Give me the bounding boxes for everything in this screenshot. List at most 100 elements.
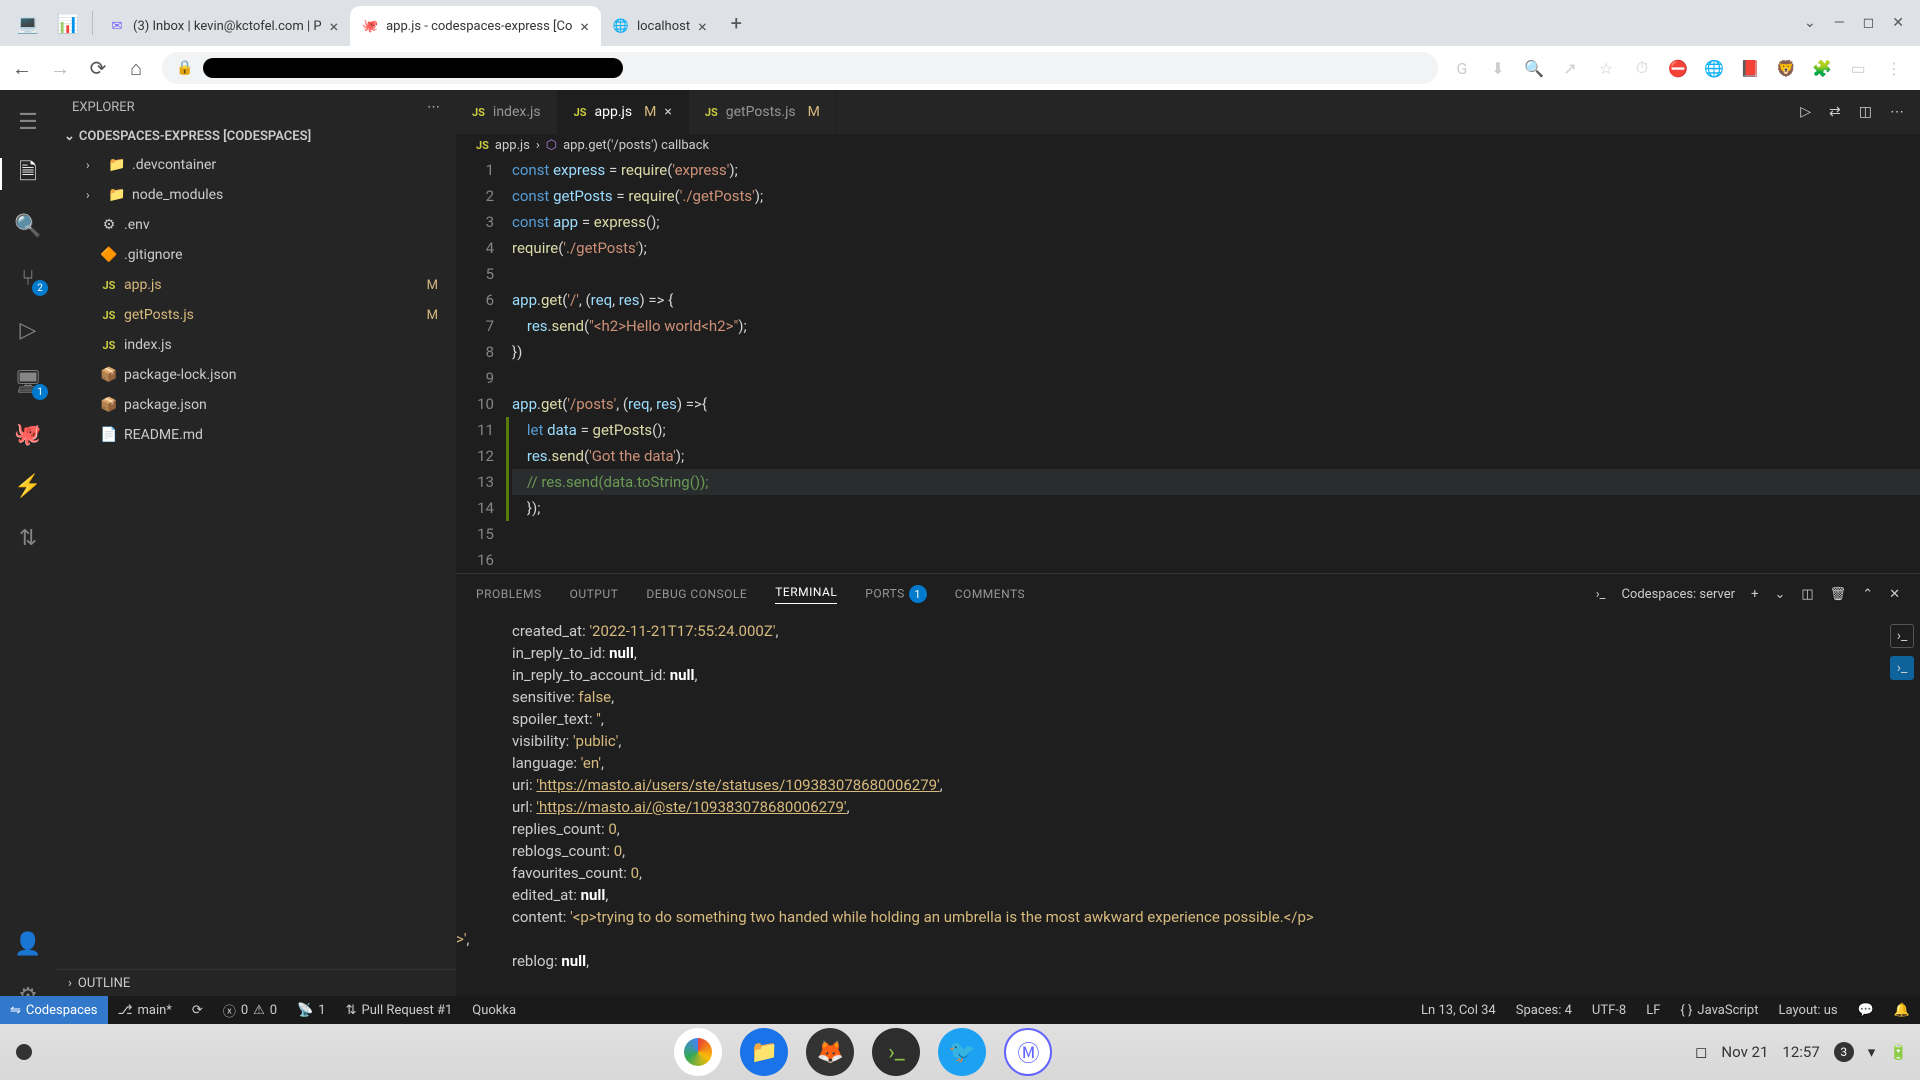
file-tree-package.json[interactable]: 📦package.json (56, 390, 456, 420)
chevron-down-icon[interactable]: ⌄ (1804, 15, 1816, 31)
extension-icon[interactable]: ▭ (1848, 58, 1868, 78)
panel-tab-problems[interactable]: PROBLEMS (476, 587, 542, 601)
twitter-app-icon[interactable]: 🐦 (938, 1028, 986, 1076)
more-icon[interactable]: ⋯ (1890, 104, 1904, 120)
menu-icon[interactable]: ☰ (12, 106, 44, 138)
new-tab-button[interactable]: + (719, 11, 754, 35)
split-icon[interactable]: ◫ (1859, 104, 1872, 120)
chevron-up-icon[interactable]: ⌃ (1862, 587, 1873, 602)
pull-request-icon[interactable]: ⇅ (12, 522, 44, 554)
file-tree-package-lock.json[interactable]: 📦package-lock.json (56, 360, 456, 390)
panel-tab-output[interactable]: OUTPUT (570, 587, 619, 601)
extension-icon[interactable]: G (1452, 58, 1472, 78)
extension-icon[interactable]: ⏱ (1632, 58, 1652, 78)
terminal-command-icon[interactable]: ›_ (1890, 624, 1914, 648)
tray-icon[interactable]: ◻ (1695, 1043, 1707, 1061)
project-header[interactable]: ⌄ CODESPACES-EXPRESS [CODESPACES] (56, 125, 456, 148)
url-input[interactable]: 🔒 (162, 52, 1438, 84)
account-icon[interactable]: 👤 (12, 928, 44, 960)
editor-tab-getPosts.js[interactable]: JSgetPosts.jsM (689, 90, 837, 134)
panel-tab-comments[interactable]: COMMENTS (955, 587, 1025, 601)
extension-icon[interactable]: 🧩 (1812, 58, 1832, 78)
file-tree-.env[interactable]: ⚙.env (56, 210, 456, 240)
quokka-icon[interactable]: ⚡ (12, 470, 44, 502)
extension-icon[interactable]: 🔍 (1524, 58, 1544, 78)
extension-icon[interactable]: 🌐 (1704, 58, 1724, 78)
cursor-position[interactable]: Ln 13, Col 34 (1411, 996, 1506, 1024)
more-icon[interactable]: ⋯ (427, 100, 440, 115)
close-icon[interactable]: × (330, 17, 339, 36)
feedback-icon[interactable]: 💬 (1848, 996, 1884, 1024)
files-app-icon[interactable]: 📁 (740, 1028, 788, 1076)
panel-tab-ports[interactable]: PORTS1 (865, 585, 926, 603)
browser-tab-codespaces[interactable]: 🐙 app.js - codespaces-express [Co × (350, 6, 601, 46)
window-close-icon[interactable]: ✕ (1892, 15, 1904, 31)
back-button[interactable]: ← (10, 56, 34, 80)
file-tree-index.js[interactable]: JSindex.js (56, 330, 456, 360)
chrome-app-icon[interactable] (674, 1028, 722, 1076)
code-editor[interactable]: 12345678910111213141516 const express = … (456, 157, 1920, 573)
eol[interactable]: LF (1636, 996, 1670, 1024)
wifi-icon[interactable]: ▾ (1868, 1043, 1876, 1061)
terminal-active-icon[interactable]: ›_ (1890, 656, 1914, 680)
codespaces-status[interactable]: ⇋Codespaces (0, 996, 108, 1024)
maximize-icon[interactable]: ◻ (1863, 15, 1875, 31)
firefox-app-icon[interactable]: 🦊 (806, 1028, 854, 1076)
panel-tab-terminal[interactable]: TERMINAL (775, 585, 837, 604)
run-debug-icon[interactable]: ▷ (12, 314, 44, 346)
notification-badge[interactable]: 3 (1834, 1042, 1854, 1062)
extension-icon[interactable]: ⬇ (1488, 58, 1508, 78)
port-status[interactable]: 📡1 (287, 996, 336, 1024)
outline-panel[interactable]: ›OUTLINE (56, 970, 456, 997)
breadcrumb[interactable]: JS app.js › ⬡ app.get('/posts') callback (456, 134, 1920, 157)
problems-status[interactable]: ⓧ0 ⚠0 (213, 996, 287, 1024)
extension-icon[interactable]: 🦁 (1776, 58, 1796, 78)
close-icon[interactable]: × (580, 17, 589, 36)
extension-icon[interactable]: 📕 (1740, 58, 1760, 78)
forward-button[interactable]: → (48, 56, 72, 80)
search-icon[interactable]: 🔍 (12, 210, 44, 242)
launcher-icon[interactable] (16, 1044, 32, 1060)
extension-icon[interactable]: ☆ (1596, 58, 1616, 78)
run-icon[interactable]: ▷ (1800, 104, 1811, 120)
home-button[interactable]: ⌂ (124, 56, 148, 80)
file-tree-README.md[interactable]: 📄README.md (56, 420, 456, 450)
editor-tab-app.js[interactable]: JSapp.jsM× (558, 90, 689, 134)
chevron-down-icon[interactable]: ⌄ (1774, 587, 1785, 602)
pinned-tab-1[interactable]: 💻 (10, 6, 46, 42)
close-icon[interactable]: × (664, 104, 671, 120)
quokka-status[interactable]: Quokka (462, 996, 526, 1024)
source-control-icon[interactable]: ⑂2 (12, 262, 44, 294)
browser-tab-localhost[interactable]: 🌐 localhost × (601, 6, 719, 46)
panel-tab-debug-console[interactable]: DEBUG CONSOLE (646, 587, 747, 601)
git-branch[interactable]: ⎇main* (108, 996, 182, 1024)
add-terminal-icon[interactable]: + (1751, 587, 1758, 602)
language-mode[interactable]: { } JavaScript (1670, 996, 1768, 1024)
compare-icon[interactable]: ⇄ (1829, 104, 1841, 120)
github-icon[interactable]: 🐙 (12, 418, 44, 450)
battery-icon[interactable]: 🔋 (1889, 1043, 1908, 1061)
terminal-output[interactable]: created_at: '2022-11-21T17:55:24.000Z', … (456, 614, 1920, 1024)
mastodon-app-icon[interactable]: Ⓜ (1004, 1028, 1052, 1076)
close-icon[interactable]: × (698, 17, 707, 36)
file-tree-.devcontainer[interactable]: ›📁.devcontainer (56, 150, 456, 180)
extension-icon[interactable]: ↗ (1560, 58, 1580, 78)
extension-icon[interactable]: ⛔ (1668, 58, 1688, 78)
explorer-icon[interactable]: 🗎 (12, 158, 44, 190)
reload-button[interactable]: ⟳ (86, 56, 110, 80)
file-tree-node_modules[interactable]: ›📁node_modules (56, 180, 456, 210)
file-tree-getPosts.js[interactable]: JSgetPosts.jsM (56, 300, 456, 330)
file-tree-.gitignore[interactable]: 🔶.gitignore (56, 240, 456, 270)
browser-tab-inbox[interactable]: ✉ (3) Inbox | kevin@kctofel.com | P × (97, 6, 350, 46)
indentation[interactable]: Spaces: 4 (1506, 996, 1582, 1024)
terminal-name[interactable]: Codespaces: server (1621, 587, 1735, 602)
sync-icon[interactable]: ⟳ (182, 996, 213, 1024)
close-panel-icon[interactable]: ✕ (1889, 587, 1900, 602)
encoding[interactable]: UTF-8 (1582, 996, 1636, 1024)
remote-explorer-icon[interactable]: 🖥1 (12, 366, 44, 398)
trash-icon[interactable]: 🗑 (1830, 587, 1847, 602)
bell-icon[interactable]: 🔔 (1884, 996, 1920, 1024)
editor-tab-index.js[interactable]: JSindex.js (456, 90, 558, 134)
minimize-icon[interactable]: — (1834, 15, 1845, 31)
extension-icon[interactable]: ⋮ (1884, 58, 1904, 78)
